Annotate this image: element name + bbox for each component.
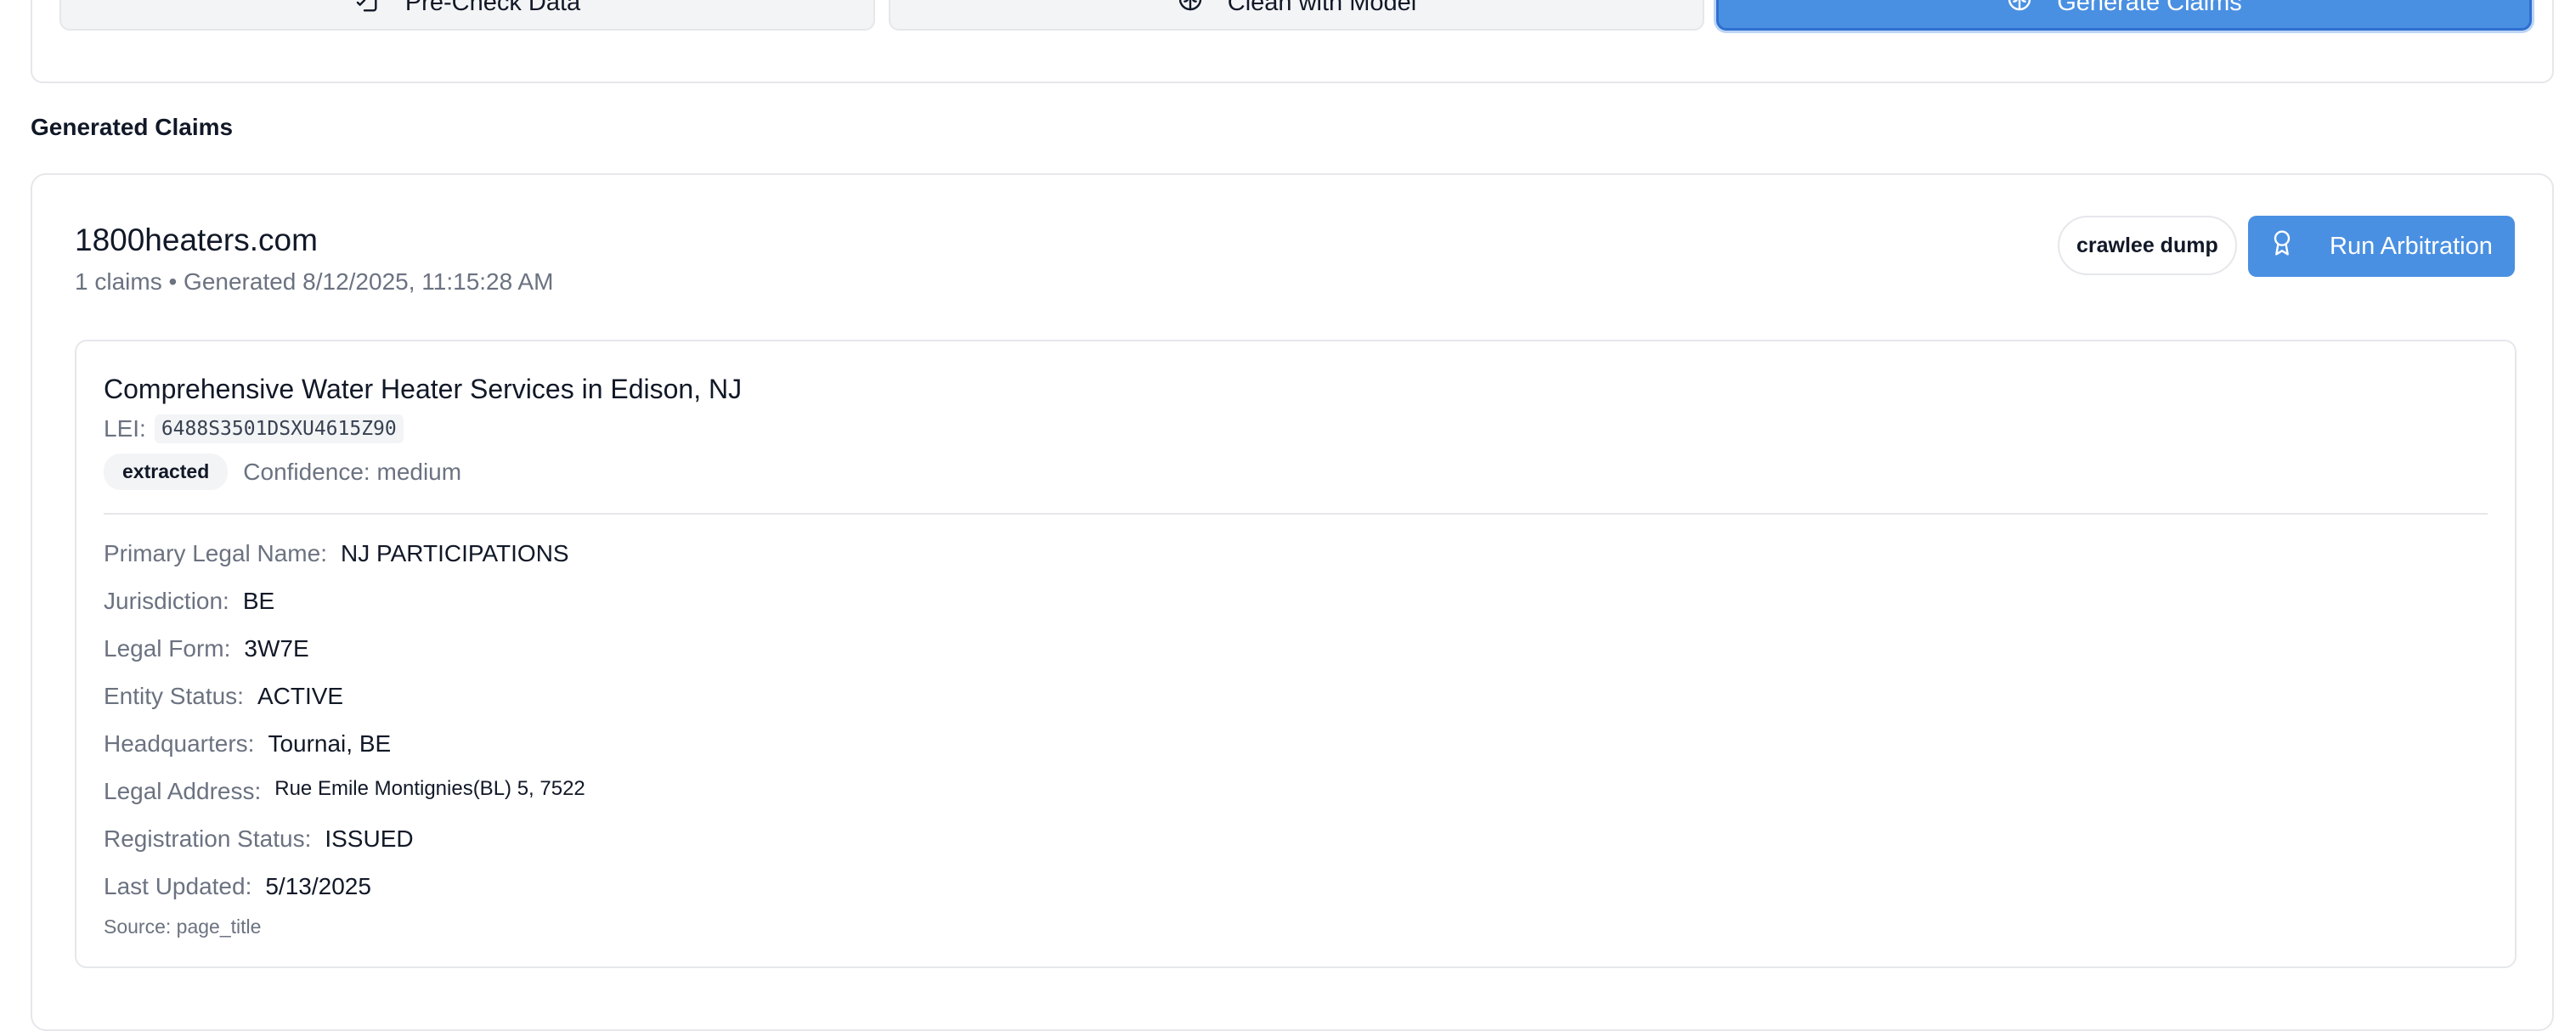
result-card: 1800heaters.com 1 claims • Generated 8/1… — [31, 173, 2554, 1031]
clean-with-model-button[interactable]: Clean with Model — [889, 0, 1704, 31]
field-label: Registration Status: — [104, 825, 312, 852]
action-toolbar: Pre-Check Data Clean with Model Generate… — [31, 0, 2554, 83]
file-check-icon — [354, 0, 381, 20]
brain-icon — [1177, 0, 1204, 20]
field-label: Legal Address: — [104, 778, 262, 804]
claim-source: Source: page_title — [104, 916, 262, 938]
field-value: BE — [242, 588, 275, 614]
claim-card: Comprehensive Water Heater Services in E… — [75, 340, 2517, 968]
claim-title: Comprehensive Water Heater Services in E… — [104, 374, 743, 404]
field-row: Legal Form: 3W7E — [104, 625, 585, 673]
field-row: Primary Legal Name: NJ PARTICIPATIONS — [104, 530, 585, 577]
field-value: NJ PARTICIPATIONS — [340, 540, 569, 566]
field-value: ISSUED — [325, 825, 414, 852]
generate-label: Generate Claims — [2057, 0, 2242, 16]
brain-icon — [2006, 0, 2033, 20]
field-label: Last Updated: — [104, 873, 252, 899]
lei-row: LEI: 6488S3501DSXU4615Z90 — [104, 414, 404, 443]
field-row: Registration Status: ISSUED — [104, 815, 585, 863]
claim-fields: Primary Legal Name: NJ PARTICIPATIONS Ju… — [104, 530, 585, 910]
field-row: Legal Address: Rue Emile Montignies(BL) … — [104, 768, 585, 815]
field-label: Headquarters: — [104, 730, 255, 757]
lei-label: LEI: — [104, 415, 146, 442]
source-badge: crawlee dump — [2058, 216, 2237, 275]
section-title: Generated Claims — [31, 114, 234, 140]
clean-label: Clean with Model — [1227, 0, 1417, 16]
field-row: Jurisdiction: BE — [104, 577, 585, 625]
divider — [104, 513, 2488, 515]
field-label: Entity Status: — [104, 683, 244, 709]
generate-claims-button[interactable]: Generate Claims — [1716, 0, 2532, 31]
result-meta: 1 claims • Generated 8/12/2025, 11:15:28… — [75, 268, 554, 295]
field-label: Legal Form: — [104, 635, 231, 662]
field-value: Rue Emile Montignies(BL) 5, 7522 — [274, 777, 585, 800]
run-arbitration-button[interactable]: Run Arbitration — [2248, 216, 2515, 277]
field-value: ACTIVE — [257, 683, 344, 709]
claim-tags: extracted Confidence: medium — [104, 454, 461, 490]
confidence-text: Confidence: medium — [243, 458, 462, 485]
field-value: 3W7E — [244, 635, 309, 662]
lei-value: 6488S3501DSXU4615Z90 — [154, 414, 404, 443]
field-label: Primary Legal Name: — [104, 540, 327, 566]
field-row: Entity Status: ACTIVE — [104, 673, 585, 720]
run-arbitration-label: Run Arbitration — [2330, 232, 2493, 260]
field-value: 5/13/2025 — [265, 873, 371, 899]
status-badge: extracted — [104, 454, 229, 490]
field-label: Jurisdiction: — [104, 588, 229, 614]
field-row: Last Updated: 5/13/2025 — [104, 863, 585, 910]
field-row: Headquarters: Tournai, BE — [104, 720, 585, 768]
precheck-label: Pre-Check Data — [404, 0, 581, 16]
domain-title: 1800heaters.com — [75, 223, 318, 257]
award-icon — [2268, 229, 2296, 263]
field-value: Tournai, BE — [268, 730, 392, 757]
precheck-data-button[interactable]: Pre-Check Data — [59, 0, 875, 31]
